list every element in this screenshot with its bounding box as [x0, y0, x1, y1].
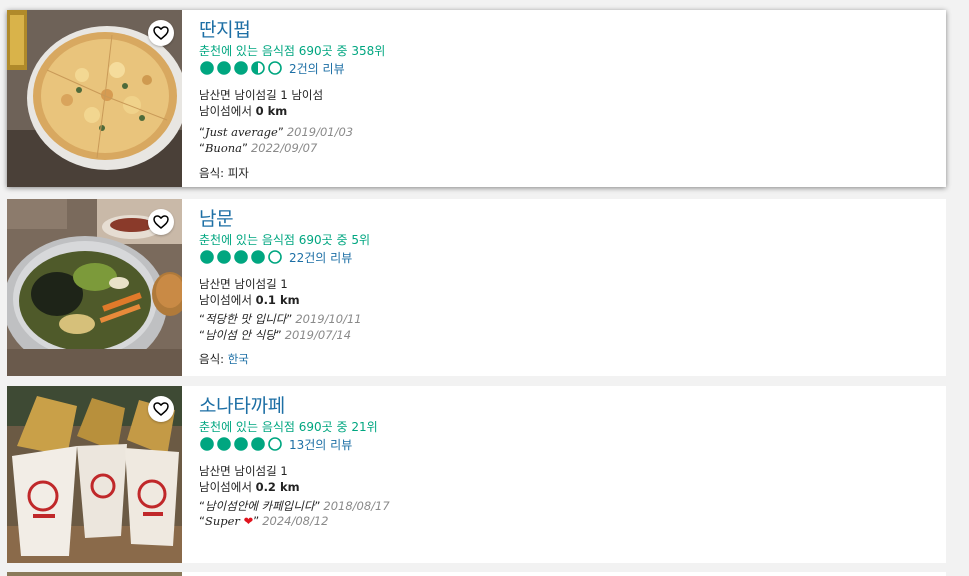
restaurant-list: 딴지펍 춘천에 있는 음식점 690곳 중 358위 2건의 리뷰 남산면 남이…	[0, 0, 969, 576]
rating-row: 13건의 리뷰	[199, 436, 352, 452]
rating-bubbles	[199, 436, 284, 452]
rating-bubble-icon	[217, 437, 231, 451]
distance-prefix: 남이섬에서	[199, 480, 252, 494]
review-title[interactable]: Buona	[205, 141, 242, 155]
restaurant-address: 남산면 남이섬길 1 남이섬	[199, 88, 324, 102]
restaurant-name[interactable]: 소나타까페	[199, 391, 285, 418]
rating-bubble-icon	[251, 61, 265, 75]
save-button[interactable]	[148, 396, 174, 422]
rating-row: 2건의 리뷰	[199, 60, 345, 76]
rating-bubble-icon	[234, 61, 248, 75]
restaurant-card[interactable]: 남문 춘천에 있는 음식점 690곳 중 5위 22건의 리뷰 남산면 남이섬길…	[7, 199, 946, 376]
distance-prefix: 남이섬에서	[199, 293, 252, 307]
cuisine-value[interactable]: 한국	[228, 352, 249, 366]
restaurant-rank[interactable]: 춘천에 있는 음식점 690곳 중 358위	[199, 42, 385, 59]
restaurant-photo[interactable]	[7, 199, 182, 376]
rating-bubble-icon	[268, 61, 282, 75]
review-date: 2019/07/14	[284, 328, 352, 342]
restaurant-distance: 남이섬에서 0 km	[199, 103, 287, 119]
cuisine-value: 피자	[227, 166, 249, 180]
rating-bubble-icon	[251, 250, 265, 264]
review-snippet: “Just average” 2019/01/03	[199, 125, 354, 139]
save-button[interactable]	[148, 209, 174, 235]
review-date: 2018/08/17	[323, 499, 390, 513]
review-snippet: “Buona” 2022/09/07	[199, 141, 318, 155]
rating-bubble-icon	[234, 250, 248, 264]
review-date: 2019/10/11	[295, 312, 362, 326]
restaurant-photo[interactable]	[7, 386, 182, 563]
heart-outline-icon	[153, 26, 169, 40]
review-snippet: “Super ❤” 2024/08/12	[199, 514, 329, 528]
heart-outline-icon	[153, 215, 169, 229]
rating-bubbles	[199, 60, 284, 76]
review-title[interactable]: Just average	[205, 125, 278, 139]
distance-prefix: 남이섬에서	[199, 104, 252, 118]
review-title[interactable]: 적당한 맛 입니다	[205, 312, 286, 326]
rating-bubble-icon	[217, 61, 231, 75]
distance-value: 0 km	[255, 104, 288, 118]
rating-row: 22건의 리뷰	[199, 249, 352, 265]
restaurant-card[interactable]: 딴지펍 춘천에 있는 음식점 690곳 중 358위 2건의 리뷰 남산면 남이…	[7, 10, 946, 187]
restaurant-info: 딴지펍 춘천에 있는 음식점 690곳 중 358위 2건의 리뷰 남산면 남이…	[199, 10, 936, 187]
cuisine-info: 음식: 피자	[199, 165, 249, 181]
review-snippet: “남이섬안에 카페입니다” 2018/08/17	[199, 499, 390, 513]
restaurant-info: 소나타까페 춘천에 있는 음식점 690곳 중 21위 13건의 리뷰 남산면 …	[199, 386, 936, 563]
heart-icon: ❤	[243, 514, 254, 528]
review-date: 2022/09/07	[250, 141, 318, 155]
restaurant-card[interactable]: 소나타까페 춘천에 있는 음식점 690곳 중 21위 13건의 리뷰 남산면 …	[7, 386, 946, 563]
review-snippet: “적당한 맛 입니다” 2019/10/11	[199, 312, 362, 326]
restaurant-photo[interactable]	[7, 10, 182, 187]
distance-value: 0.2 km	[255, 480, 300, 494]
restaurant-info: 남문 춘천에 있는 음식점 690곳 중 5위 22건의 리뷰 남산면 남이섬길…	[199, 199, 936, 376]
restaurant-name[interactable]: 딴지펍	[199, 15, 251, 42]
restaurant-distance: 남이섬에서 0.2 km	[199, 479, 300, 495]
rating-bubble-icon	[200, 61, 214, 75]
restaurant-rank[interactable]: 춘천에 있는 음식점 690곳 중 5위	[199, 231, 370, 248]
review-count-link[interactable]: 22건의 리뷰	[289, 249, 352, 266]
restaurant-photo[interactable]	[7, 572, 182, 576]
rating-bubble-icon	[200, 250, 214, 264]
cuisine-info: 음식: 한국	[199, 351, 249, 367]
heart-outline-icon	[153, 402, 169, 416]
save-button[interactable]	[148, 20, 174, 46]
restaurant-distance: 남이섬에서 0.1 km	[199, 292, 300, 308]
review-date: 2024/08/12	[262, 514, 329, 528]
restaurant-card[interactable]	[7, 572, 946, 576]
rating-bubble-icon	[251, 437, 265, 451]
distance-value: 0.1 km	[255, 293, 300, 307]
restaurant-address: 남산면 남이섬길 1	[199, 464, 288, 478]
review-title[interactable]: Super ❤	[205, 514, 253, 528]
review-date: 2019/01/03	[286, 125, 354, 139]
rating-bubble-icon	[268, 250, 282, 264]
review-title[interactable]: 남이섬 안 식당	[205, 328, 276, 342]
review-snippet: “남이섬 안 식당” 2019/07/14	[199, 328, 352, 342]
restaurant-name[interactable]: 남문	[199, 204, 234, 231]
review-title[interactable]: 남이섬안에 카페입니다	[205, 499, 314, 513]
rating-bubble-icon	[200, 437, 214, 451]
rating-bubbles	[199, 249, 284, 265]
restaurant-rank[interactable]: 춘천에 있는 음식점 690곳 중 21위	[199, 418, 378, 435]
cuisine-label: 음식:	[199, 166, 225, 180]
rating-bubble-icon	[234, 437, 248, 451]
review-count-link[interactable]: 13건의 리뷰	[289, 436, 352, 453]
rating-bubble-icon	[268, 437, 282, 451]
review-count-link[interactable]: 2건의 리뷰	[289, 60, 345, 77]
restaurant-address: 남산면 남이섬길 1	[199, 277, 288, 291]
rating-bubble-icon	[217, 250, 231, 264]
cuisine-label: 음식:	[199, 352, 225, 366]
